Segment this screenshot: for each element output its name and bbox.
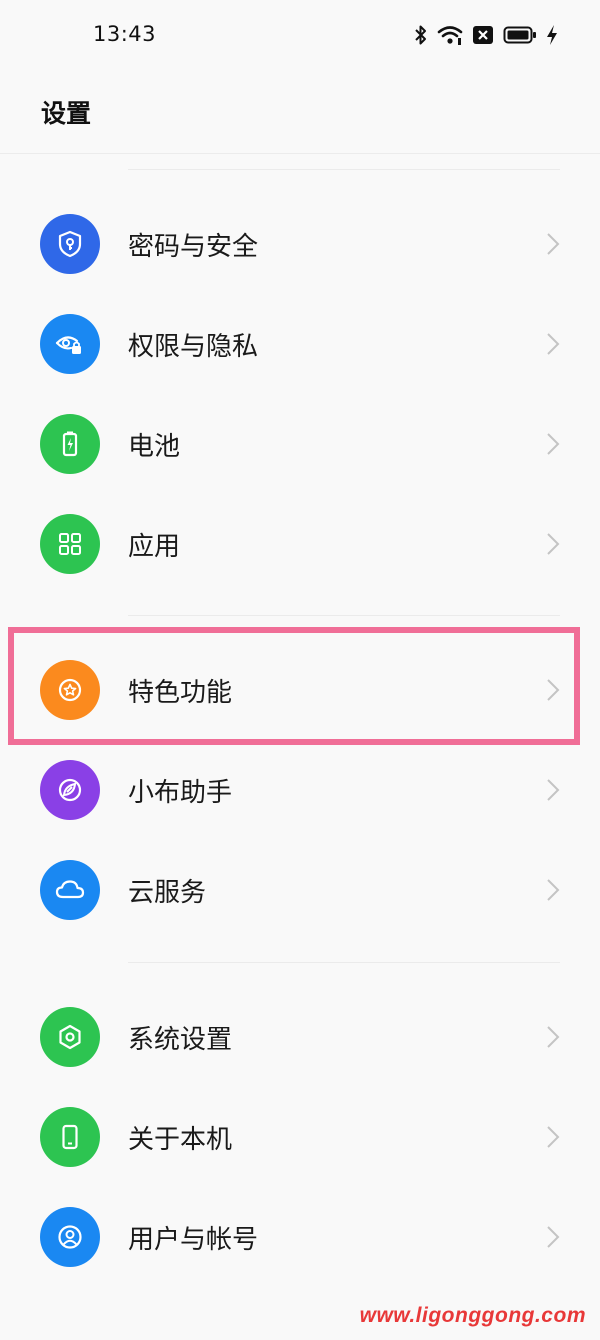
chevron-right-icon bbox=[544, 1124, 562, 1150]
settings-item-label: 云服务 bbox=[128, 877, 207, 908]
chevron-right-icon bbox=[544, 531, 562, 557]
chevron-right-icon bbox=[544, 431, 562, 457]
settings-item-system-settings[interactable]: 系统设置 bbox=[0, 987, 600, 1087]
settings-item-cloud-service[interactable]: 云服务 bbox=[0, 840, 600, 940]
chevron-right-icon bbox=[544, 1224, 562, 1250]
settings-item-battery[interactable]: 电池 bbox=[0, 394, 600, 494]
settings-item-label: 用户与帐号 bbox=[128, 1224, 259, 1255]
settings-item-label: 电池 bbox=[128, 431, 181, 462]
group-divider bbox=[128, 962, 560, 963]
chevron-right-icon bbox=[544, 877, 562, 903]
status-bar: 13:43 bbox=[0, 0, 600, 70]
settings-item-apps[interactable]: 应用 bbox=[0, 494, 600, 594]
battery-charging-icon bbox=[40, 414, 100, 474]
battery-icon bbox=[503, 25, 537, 45]
wifi-icon bbox=[437, 24, 463, 46]
chevron-right-icon bbox=[544, 777, 562, 803]
settings-item-label: 应用 bbox=[128, 531, 181, 562]
notification-x-icon bbox=[472, 25, 494, 45]
settings-item-label: 关于本机 bbox=[128, 1124, 233, 1155]
hexagon-gear-icon bbox=[40, 1007, 100, 1067]
group-divider bbox=[128, 615, 560, 616]
assistant-icon bbox=[40, 760, 100, 820]
chevron-right-icon bbox=[544, 1024, 562, 1050]
chevron-right-icon bbox=[544, 331, 562, 357]
page-title: 设置 bbox=[41, 99, 92, 128]
settings-item-label: 权限与隐私 bbox=[128, 331, 259, 362]
header-divider bbox=[0, 153, 600, 154]
settings-item-label: 密码与安全 bbox=[128, 231, 259, 262]
charging-icon bbox=[546, 24, 558, 46]
shield-key-icon bbox=[40, 214, 100, 274]
settings-item-permissions-privacy[interactable]: 权限与隐私 bbox=[0, 294, 600, 394]
highlight-box bbox=[8, 627, 580, 745]
phone-icon bbox=[40, 1107, 100, 1167]
settings-item-label: 系统设置 bbox=[128, 1024, 233, 1055]
eye-lock-icon bbox=[40, 314, 100, 374]
bluetooth-icon bbox=[414, 24, 428, 46]
settings-item-users-accounts[interactable]: 用户与帐号 bbox=[0, 1187, 600, 1287]
settings-item-label: 小布助手 bbox=[128, 777, 233, 808]
app-grid-icon bbox=[40, 514, 100, 574]
settings-item-breeno-assistant[interactable]: 小布助手 bbox=[0, 740, 600, 840]
cloud-icon bbox=[40, 860, 100, 920]
user-icon bbox=[40, 1207, 100, 1267]
settings-item-about-phone[interactable]: 关于本机 bbox=[0, 1087, 600, 1187]
status-icons bbox=[414, 22, 558, 48]
chevron-right-icon bbox=[544, 231, 562, 257]
group-divider bbox=[128, 169, 560, 170]
status-time: 13:43 bbox=[93, 22, 157, 46]
settings-item-password-security[interactable]: 密码与安全 bbox=[0, 194, 600, 294]
watermark: www.ligonggong.com bbox=[359, 1304, 586, 1327]
